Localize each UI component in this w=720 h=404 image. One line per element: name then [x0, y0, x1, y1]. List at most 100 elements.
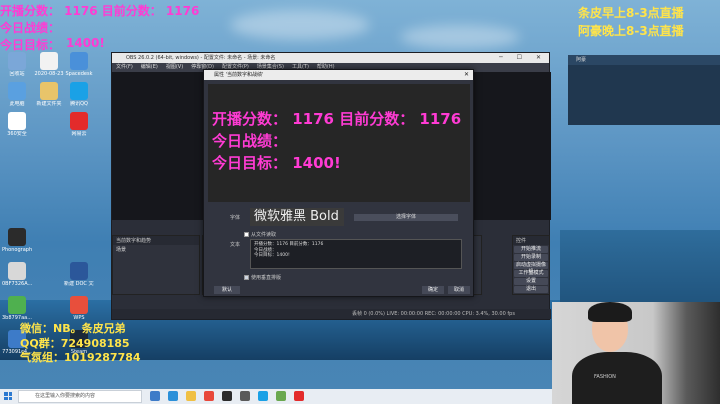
obs-menu-item[interactable]: 视图(V) — [166, 64, 183, 70]
preview-line-score: 开播分数： 1176 目前分数： 1176 — [212, 110, 462, 128]
desktop-icon[interactable]: 2020-08-23 — [34, 52, 64, 77]
desktop-icon[interactable]: 网易云 — [64, 112, 94, 137]
desktop-icon-label: 回收站 — [9, 71, 25, 77]
right-panel-title: 阿豪 — [568, 55, 720, 65]
app-icon — [40, 82, 58, 100]
scenes-dock[interactable]: 当前数字和趋势 场景 — [112, 235, 200, 295]
desktop-icon-label: Spacedesk — [65, 71, 93, 77]
desktop-icon[interactable]: 新建文件夹 — [34, 82, 64, 107]
right-browser-window[interactable]: 阿豪 — [568, 55, 720, 125]
desktop-icon[interactable]: 腾讯QQ — [64, 82, 94, 107]
dialog-preview: 开播分数： 1176 目前分数： 1176 今日战绩： 今日目标： 1400! — [208, 84, 470, 202]
desktop-icon-label: 此电脑 — [9, 101, 25, 107]
file-explorer-icon[interactable] — [186, 391, 196, 401]
cancel-button[interactable]: 取消 — [448, 286, 470, 294]
controls-dock[interactable]: 控件 开始推流 开始录制 启动虚拟摄像机 工作室模式 设置 退出 — [512, 235, 550, 295]
app-icon — [70, 112, 88, 130]
qq-icon[interactable] — [258, 391, 268, 401]
vertical-text-checkbox[interactable]: 使用垂直排版 — [244, 274, 281, 281]
desktop-icon-label: 0BF7326A... — [2, 281, 32, 287]
settings-button[interactable]: 设置 — [514, 278, 548, 285]
scenes-col-label: 场景 — [116, 247, 127, 253]
text-input-line: 今日目标：1400! — [254, 253, 290, 258]
schedule-evening-overlay: 阿豪晚上8-3点直播 — [578, 24, 684, 38]
shirt-text: FASHION — [594, 374, 616, 380]
obs-window-title: OBS 26.0.2 (64-bit, windows) - 配置文件: 未命名… — [126, 55, 276, 61]
app-icon — [8, 82, 26, 100]
exit-button[interactable]: 退出 — [514, 286, 548, 293]
desktop-icon-label: 新建 DOC 文档 — [64, 281, 94, 287]
dialog-title: 属性 '当前数字和战绩' — [214, 72, 264, 78]
app-icon — [40, 52, 58, 70]
score-line-overlay: 开播分数： 1176 目前分数： 1176 — [0, 4, 200, 18]
ok-button[interactable]: 确定 — [422, 286, 444, 294]
obs-menu-item[interactable]: 文件(F) — [116, 64, 133, 70]
app-icon — [8, 112, 26, 130]
preview-line-target: 今日目标： 1400! — [212, 154, 341, 172]
desktop-icon[interactable]: Phonograph — [2, 228, 32, 253]
obs-status-bar: 丢帧 0 (0.0%) LIVE: 00:00:00 REC: 00:00:00… — [112, 309, 551, 319]
studio-mode-button[interactable]: 工作室模式 — [514, 270, 548, 277]
defaults-button[interactable]: 默认 — [214, 286, 240, 294]
obs-menu-item[interactable]: 编辑(E) — [141, 64, 158, 70]
desktop-icon-label: 2020-08-23 — [34, 71, 64, 77]
desktop-icon[interactable]: WPS — [64, 296, 94, 321]
schedule-morning-overlay: 条皮早上8-3点直播 — [578, 6, 684, 20]
app-icon — [70, 262, 88, 280]
select-font-button[interactable]: 选择字体 — [354, 214, 458, 221]
qq-group2-overlay: 气氛组：1019287784 — [20, 351, 141, 364]
app-icon — [70, 52, 88, 70]
controls-dock-header: 控件 — [513, 236, 549, 245]
today-target-value-overlay: 1400! — [66, 36, 105, 50]
close-icon[interactable]: ✕ — [464, 70, 469, 80]
taskbar[interactable]: 在这里输入你要搜索的内容 — [0, 389, 552, 404]
app-icon — [8, 228, 26, 246]
window-controls[interactable]: ─ ☐ ✕ — [499, 53, 547, 63]
taskbar-search[interactable]: 在这里输入你要搜索的内容 — [18, 390, 142, 403]
task-view-icon[interactable] — [150, 391, 160, 401]
text-label: 文本 — [230, 242, 241, 248]
chrome-icon[interactable] — [204, 391, 214, 401]
desktop-icon[interactable]: 0BF7326A... — [2, 262, 32, 287]
read-from-file-label: 从文件读取 — [251, 232, 277, 238]
desktop-icon-label: 网易云 — [71, 131, 87, 137]
desktop-icon-label: 新建文件夹 — [36, 101, 62, 107]
obs-title-bar[interactable]: OBS 26.0.2 (64-bit, windows) - 配置文件: 未命名… — [112, 53, 549, 63]
text-properties-dialog[interactable]: 属性 '当前数字和战绩' ✕ 开播分数： 1176 目前分数： 1176 今日战… — [203, 69, 474, 297]
app-icon[interactable] — [276, 391, 286, 401]
desktop-icon[interactable]: 回收站 — [2, 52, 32, 77]
start-streaming-button[interactable]: 开始推流 — [514, 246, 548, 253]
font-label: 字体 — [230, 215, 241, 221]
read-from-file-checkbox[interactable]: 从文件读取 — [244, 231, 276, 238]
dialog-title-bar[interactable]: 属性 '当前数字和战绩' ✕ — [204, 70, 473, 80]
desktop-icon-label: 360安全 — [7, 131, 27, 137]
desktop-icons: 回收站 2020-08-23 Spacedesk 此电脑 新建文件夹 腾讯QQ 360安全 网… — [0, 0, 115, 370]
start-button[interactable] — [4, 392, 12, 400]
desktop-icon[interactable]: 360安全 — [2, 112, 32, 137]
desktop-icon-label: 腾讯QQ — [70, 101, 88, 107]
font-preview: 微软雅黑 Bold — [250, 208, 344, 226]
scenes-dock-header: 当前数字和趋势 — [113, 236, 199, 245]
desktop-icon[interactable]: 3b8797aa... — [2, 296, 32, 321]
desktop-icon[interactable]: Spacedesk — [64, 52, 94, 77]
wechat-overlay: 微信：NB。条皮兄弟 — [20, 322, 126, 335]
preview-line-record: 今日战绩： — [212, 132, 288, 150]
app-icon[interactable] — [240, 391, 250, 401]
app-icon — [8, 52, 26, 70]
virtual-camera-button[interactable]: 启动虚拟摄像机 — [514, 262, 548, 275]
app-icon — [8, 262, 26, 280]
desktop-icon-label: Phonograph — [2, 247, 32, 253]
text-input[interactable]: 开播分数：1176 目前分数：1176 今日战绩： 今日目标：1400! — [250, 239, 462, 269]
start-recording-button[interactable]: 开始录制 — [514, 254, 548, 261]
netease-music-icon[interactable] — [294, 391, 304, 401]
webcam-feed: FASHION — [552, 302, 720, 404]
obs-taskbar-icon[interactable] — [222, 391, 232, 401]
app-icon — [70, 82, 88, 100]
edge-icon[interactable] — [168, 391, 178, 401]
desktop-icon[interactable]: 新建 DOC 文档 — [64, 262, 94, 287]
today-record-overlay: 今日战绩： — [0, 21, 61, 35]
app-icon — [8, 296, 26, 314]
app-icon — [70, 296, 88, 314]
today-target-label-overlay: 今日目标： — [0, 38, 61, 52]
desktop-icon[interactable]: 此电脑 — [2, 82, 32, 107]
